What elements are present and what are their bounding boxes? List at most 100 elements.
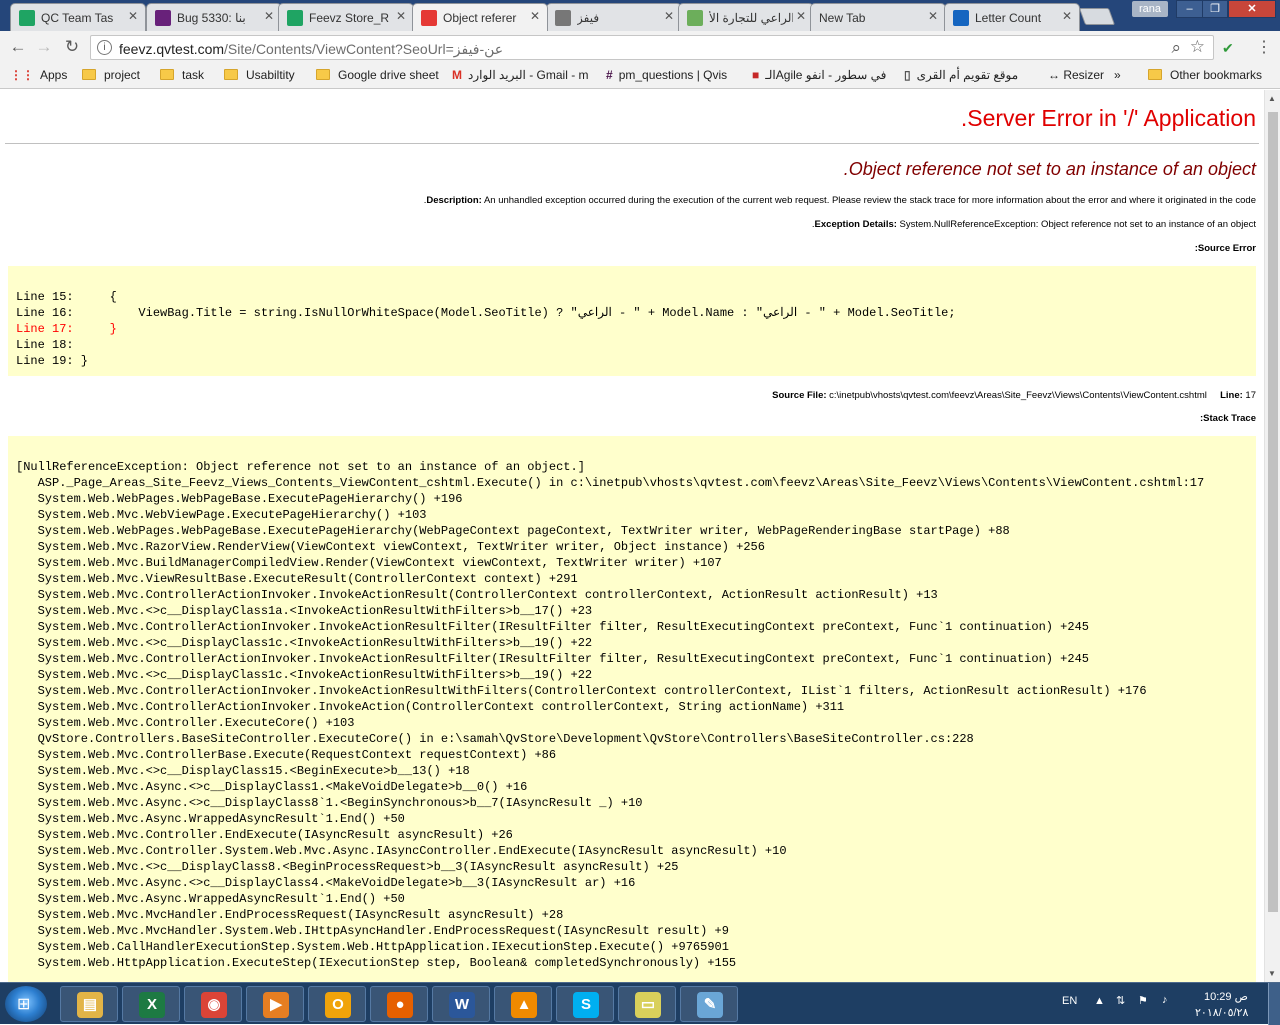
error-message: Object reference not set to an instance …: [843, 159, 1256, 179]
taskbar-paint[interactable]: ✎: [680, 986, 738, 1022]
source-file-label: Source File:: [772, 390, 827, 401]
bookmark-item[interactable]: Other bookmarks: [1148, 68, 1262, 84]
bookmark-item[interactable]: project: [82, 68, 140, 84]
close-tab-icon[interactable]: ✕: [796, 9, 806, 23]
dollar-icon: [555, 10, 571, 26]
start-button[interactable]: ⊞: [5, 986, 47, 1022]
taskbar-excel[interactable]: X: [122, 986, 180, 1022]
site-icon: [687, 10, 703, 26]
back-icon[interactable]: ←: [8, 37, 28, 57]
site-info-icon[interactable]: i: [97, 40, 112, 55]
stack-trace-line: System.Web.Mvc.<>c__DisplayClass1a.<Invo…: [16, 604, 593, 618]
windows-taskbar: ⊞ ▤ X ◉ ▶ O ● W ▲ S ▭ ✎ EN ▲ ⇅ ⚑ ♪ 10:29 ص ٢٠١٨/٠٥…: [0, 982, 1280, 1025]
error-page-icon: [421, 10, 437, 26]
tab-8[interactable]: Letter Count ✕: [944, 3, 1080, 31]
close-window-button[interactable]: ✕: [1228, 0, 1276, 18]
taskbar-file-explorer[interactable]: ▤: [60, 986, 118, 1022]
forward-icon[interactable]: →: [34, 37, 54, 57]
bookmark-label: موقع تقويم أم القرى: [916, 68, 1019, 82]
description-label: Description:: [426, 195, 482, 206]
close-tab-icon[interactable]: ✕: [664, 9, 674, 23]
stack-trace-line: System.Web.Mvc.Async.WrappedAsyncResult`…: [16, 812, 405, 826]
close-tab-icon[interactable]: ✕: [1062, 9, 1072, 23]
maximize-button[interactable]: ❐: [1202, 0, 1228, 18]
new-tab-button[interactable]: [1078, 8, 1116, 25]
bookmark-item[interactable]: ■ الـAgile في سطور - انفو: [752, 68, 886, 84]
stack-trace-line: System.Web.HttpApplication.ExecuteStep(I…: [16, 956, 737, 970]
scroll-down-icon[interactable]: ▼: [1268, 969, 1276, 978]
taskbar-chrome[interactable]: ◉: [184, 986, 242, 1022]
stack-trace-line: System.Web.Mvc.ControllerActionInvoker.I…: [16, 588, 938, 602]
page-scrollbar[interactable]: ▲ ▼: [1264, 90, 1280, 982]
bookmark-label: البريد الوارد - Gmail - m: [468, 68, 589, 82]
network-icon[interactable]: ⇅: [1116, 994, 1125, 1007]
scroll-thumb[interactable]: [1268, 112, 1278, 912]
bookmark-item[interactable]: M البريد الوارد - Gmail - m: [452, 68, 589, 84]
tab-strip: QC Team Tas ✕ Bug 5330: بنا ✕ Feevz Store_R ✕…: [0, 0, 1280, 31]
search-icon[interactable]: ⌕: [1171, 38, 1181, 58]
bookmark-item[interactable]: task: [160, 68, 204, 84]
source-line: Line 16: ViewBag.Title = string.IsNullOr…: [16, 306, 956, 320]
exception-details: Exception Details: System.NullReferenceE…: [812, 219, 1256, 230]
reload-icon[interactable]: ↻: [62, 37, 82, 57]
bookmark-label: Google drive sheet: [338, 68, 439, 82]
line-number: 17: [1245, 390, 1256, 401]
folder-icon: [1148, 69, 1162, 80]
stack-trace-line: System.Web.Mvc.Controller.System.Web.Mvc…: [16, 844, 787, 858]
bookmark-item[interactable]: ⋮⋮ Apps: [10, 68, 67, 84]
close-tab-icon[interactable]: ✕: [530, 9, 540, 23]
excel-icon: X: [139, 992, 165, 1018]
source-line: Line 17: }: [16, 322, 117, 336]
tab-1[interactable]: QC Team Tas ✕: [10, 3, 146, 31]
taskbar-media-player[interactable]: ▶: [246, 986, 304, 1022]
close-tab-icon[interactable]: ✕: [264, 9, 274, 23]
bookmark-item[interactable]: # pm_questions | Qvis: [606, 68, 727, 84]
tab-7[interactable]: New Tab ✕: [810, 3, 946, 31]
bookmark-item[interactable]: ▯ موقع تقويم أم القرى: [904, 68, 1018, 84]
taskbar-skype[interactable]: S: [556, 986, 614, 1022]
extension-icon[interactable]: ✔: [1222, 40, 1234, 57]
bookmark-star-icon[interactable]: ☆: [1190, 37, 1205, 57]
stack-trace-line: System.Web.Mvc.Async.<>c__DisplayClass4.…: [16, 876, 636, 890]
folder-icon: [224, 69, 238, 80]
tab-2[interactable]: Bug 5330: بنا ✕: [146, 3, 282, 31]
tab-title: فيفز: [577, 11, 600, 25]
bookmark-item[interactable]: »: [1114, 68, 1121, 84]
taskbar-sticky-notes[interactable]: ▭: [618, 986, 676, 1022]
clock-date[interactable]: ٢٠١٨/٠٥/٢٨: [1195, 1006, 1248, 1019]
tray-expand-icon[interactable]: ▲: [1094, 995, 1105, 1007]
taskbar-vlc[interactable]: ▲: [494, 986, 552, 1022]
tab-4[interactable]: Object referer ✕: [412, 3, 548, 31]
page-icon: ▯: [904, 68, 911, 82]
address-bar[interactable]: i feevz.qvtest.com/Site/Contents/ViewCon…: [90, 35, 1214, 60]
taskbar-outlook[interactable]: O: [308, 986, 366, 1022]
stack-trace-line: System.Web.Mvc.ControllerActionInvoker.I…: [16, 620, 1089, 634]
stack-trace-line: System.Web.Mvc.ControllerActionInvoker.I…: [16, 700, 845, 714]
taskbar-firefox[interactable]: ●: [370, 986, 428, 1022]
tab-5[interactable]: فيفز ✕: [546, 3, 682, 31]
bookmark-item[interactable]: ↔ Resizer: [1048, 68, 1104, 84]
language-indicator[interactable]: EN: [1062, 995, 1077, 1007]
action-center-icon[interactable]: ⚑: [1138, 994, 1148, 1007]
tab-6[interactable]: الراعي للتجارة الأ ✕: [678, 3, 814, 31]
volume-icon[interactable]: ♪: [1162, 994, 1168, 1006]
close-tab-icon[interactable]: ✕: [928, 9, 938, 23]
source-line: Line 18:: [16, 338, 74, 352]
file-explorer-icon: ▤: [77, 992, 103, 1018]
scroll-up-icon[interactable]: ▲: [1268, 94, 1276, 103]
close-tab-icon[interactable]: ✕: [128, 9, 138, 23]
bookmark-label: pm_questions | Qvis: [618, 68, 728, 82]
tab-3[interactable]: Feevz Store_R ✕: [278, 3, 414, 31]
stack-trace-line: System.Web.WebPages.WebPageBase.ExecuteP…: [16, 524, 1010, 538]
close-tab-icon[interactable]: ✕: [396, 9, 406, 23]
chrome-menu-icon[interactable]: ⋮: [1256, 37, 1272, 57]
bookmark-label: ↔ Resizer: [1048, 68, 1105, 82]
profile-button[interactable]: rana: [1132, 1, 1168, 17]
bookmark-item[interactable]: Usabiltity: [224, 68, 295, 84]
bookmark-item[interactable]: Google drive sheet: [316, 68, 439, 84]
source-error-heading: Source Error:: [1195, 243, 1256, 254]
minimize-button[interactable]: ‒: [1176, 0, 1203, 18]
show-desktop-button[interactable]: [1268, 983, 1280, 1025]
clock-time[interactable]: 10:29 ص: [1204, 990, 1248, 1003]
taskbar-word[interactable]: W: [432, 986, 490, 1022]
